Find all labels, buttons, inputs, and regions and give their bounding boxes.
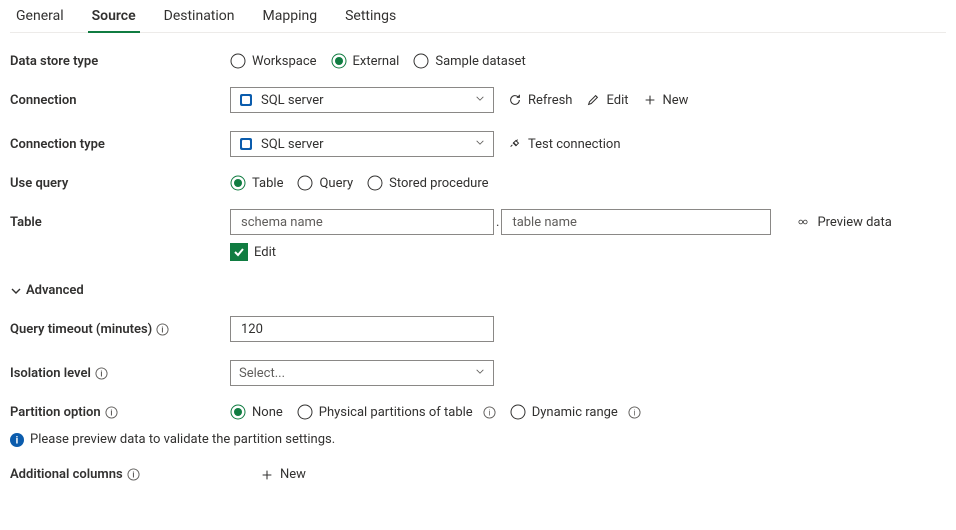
label-additional-columns: Additional columns i (10, 467, 230, 482)
radio-external[interactable]: External (331, 53, 400, 69)
radio-partition-physical[interactable]: Physical partitions of table i (297, 404, 496, 420)
label-connection: Connection (10, 93, 230, 108)
chevron-down-icon (475, 366, 485, 381)
test-connection-button[interactable]: Test connection (508, 137, 621, 152)
radio-sample-dataset[interactable]: Sample dataset (413, 53, 525, 69)
chevron-down-icon (475, 93, 485, 108)
radio-partition-none[interactable]: None (230, 404, 283, 420)
sql-server-icon (239, 93, 253, 107)
goggles-icon (795, 216, 811, 228)
chevron-down-icon (10, 285, 22, 297)
schema-name-input[interactable] (230, 209, 494, 235)
label-data-store-type: Data store type (10, 54, 230, 69)
advanced-section-toggle[interactable]: Advanced (10, 283, 946, 298)
tab-destination[interactable]: Destination (162, 0, 237, 32)
svg-text:i: i (633, 408, 635, 418)
svg-text:i: i (132, 470, 134, 480)
edit-connection-button[interactable]: Edit (586, 93, 628, 108)
svg-text:i: i (100, 369, 102, 379)
info-icon[interactable]: i (156, 323, 169, 336)
pencil-icon (586, 93, 600, 107)
edit-checkbox[interactable]: Edit (230, 243, 276, 261)
radio-stored-procedure[interactable]: Stored procedure (367, 175, 488, 191)
check-icon (230, 243, 248, 261)
svg-text:i: i (16, 435, 19, 446)
tabs: General Source Destination Mapping Setti… (10, 0, 946, 33)
info-filled-icon: i (10, 433, 24, 447)
radio-query[interactable]: Query (297, 175, 353, 191)
tab-mapping[interactable]: Mapping (261, 0, 320, 32)
label-use-query: Use query (10, 176, 230, 191)
query-timeout-input[interactable] (230, 316, 494, 342)
chevron-down-icon (475, 137, 485, 152)
label-connection-type: Connection type (10, 137, 230, 152)
info-icon[interactable]: i (95, 367, 108, 380)
info-icon[interactable]: i (628, 406, 641, 419)
info-icon[interactable]: i (127, 468, 140, 481)
tab-general[interactable]: General (14, 0, 66, 32)
radio-workspace[interactable]: Workspace (230, 53, 317, 69)
plus-icon (260, 468, 274, 482)
label-partition-option: Partition option i (10, 405, 230, 420)
tab-source[interactable]: Source (90, 0, 138, 32)
label-query-timeout: Query timeout (minutes) i (10, 322, 230, 337)
svg-text:i: i (488, 408, 490, 418)
svg-text:i: i (110, 408, 112, 418)
info-icon[interactable]: i (483, 406, 496, 419)
refresh-icon (508, 93, 522, 107)
isolation-level-select[interactable]: Select... (230, 360, 494, 386)
add-column-button[interactable]: New (260, 467, 306, 482)
info-icon[interactable]: i (105, 406, 118, 419)
radio-table[interactable]: Table (230, 175, 283, 191)
connection-type-select[interactable]: SQL server (230, 131, 494, 157)
preview-data-button[interactable]: Preview data (795, 215, 891, 230)
refresh-button[interactable]: Refresh (508, 93, 572, 108)
tab-settings[interactable]: Settings (343, 0, 398, 32)
sql-server-icon (239, 137, 253, 151)
table-name-input[interactable] (501, 209, 771, 235)
partition-settings-info: i Please preview data to validate the pa… (10, 432, 946, 447)
radio-partition-dynamic[interactable]: Dynamic range i (510, 404, 641, 420)
plus-icon (643, 93, 657, 107)
label-table: Table (10, 215, 230, 230)
plug-icon (508, 137, 522, 151)
dot-separator: . (496, 215, 499, 230)
new-connection-button[interactable]: New (643, 93, 689, 108)
label-isolation-level: Isolation level i (10, 366, 230, 381)
svg-text:i: i (162, 325, 164, 335)
connection-select[interactable]: SQL server (230, 87, 494, 113)
